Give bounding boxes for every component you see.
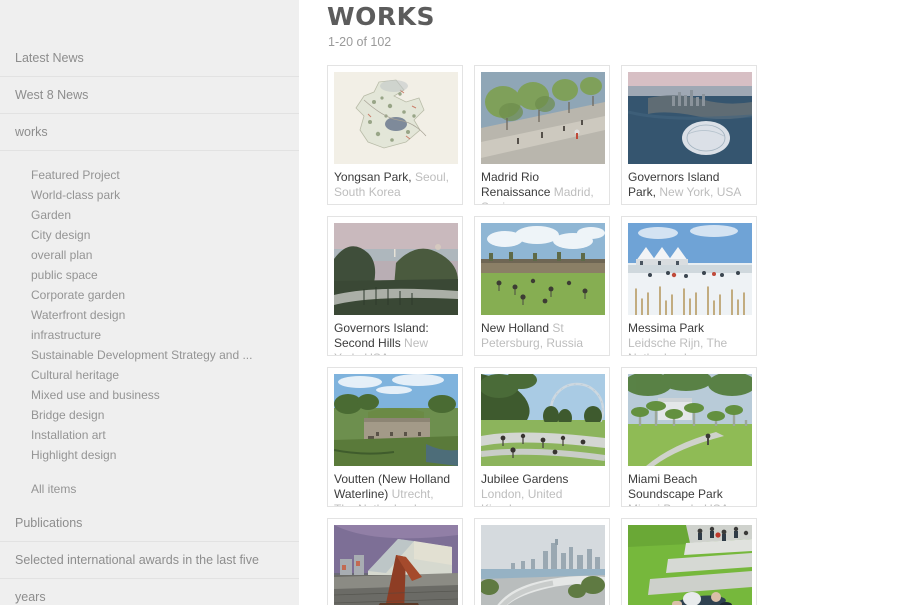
work-location: New York, USA	[659, 185, 742, 199]
work-thumbnail	[481, 525, 605, 605]
work-card[interactable]: Miami Beach Soundscape Park Miami Beach,…	[621, 367, 757, 507]
sidebar-works-subcategories: Featured Project World-class park Garden…	[0, 151, 299, 505]
work-thumbnail	[481, 223, 605, 315]
sidebar-subitem-label: Cultural heritage	[31, 368, 120, 382]
work-card[interactable]: New Holland St Petersburg, Russia	[474, 216, 610, 356]
sidebar-subitem-label: Bridge design	[31, 408, 105, 422]
sidebar-subitem-label: Garden	[31, 208, 72, 222]
sidebar-item-years[interactable]: years	[0, 579, 299, 605]
work-card[interactable]: KRÖLLER-MÜLLER Art Museum Otterlo, The N…	[621, 518, 757, 605]
sidebar-item-latest-news[interactable]: Latest News	[0, 40, 299, 77]
sidebar-item-label: works	[15, 125, 48, 139]
work-title: Jubilee Gardens	[481, 472, 569, 486]
work-title: New Holland	[481, 321, 550, 335]
sidebar-item-garden[interactable]: Garden	[0, 205, 299, 225]
sidebar-item-cultural-heritage[interactable]: Cultural heritage	[0, 365, 299, 385]
sidebar-subitem-label: World-class park	[31, 188, 121, 202]
sidebar-subitem-label: Installation art	[31, 428, 106, 442]
work-card[interactable]: West Kowloon Cultural District Park, Hon…	[474, 518, 610, 605]
sidebar-subitem-label: City design	[31, 228, 91, 242]
sidebar-item-label: years	[15, 590, 46, 604]
sidebar-item-bridge-design[interactable]: Bridge design	[0, 405, 299, 425]
sidebar-item-highlight-design[interactable]: Highlight design	[0, 445, 299, 465]
work-thumbnail	[628, 72, 752, 164]
sidebar-subitem-label: Corporate garden	[31, 288, 126, 302]
works-grid: Yongsan Park, Seoul, South Korea Madrid …	[327, 65, 899, 605]
work-caption: New Holland St Petersburg, Russia	[481, 321, 603, 355]
work-card[interactable]: Governors Island: Second Hills New York,…	[327, 216, 463, 356]
work-card[interactable]: Voutten (New Holland Waterline) Utrecht,…	[327, 367, 463, 507]
work-location: Leidsche Rijn, The Netherlands	[628, 336, 728, 355]
sidebar-item-all-items[interactable]: All items	[0, 479, 299, 499]
sidebar: Latest News West 8 News works Featured P…	[0, 0, 299, 605]
result-count: 1-20 of 102	[328, 35, 392, 49]
work-card[interactable]: Madrid Rio Renaissance Madrid, Spain	[474, 65, 610, 205]
sidebar-subitem-label: overall plan	[31, 248, 93, 262]
work-title: Madrid Rio Renaissance	[481, 170, 551, 199]
sidebar-item-installation-art[interactable]: Installation art	[0, 425, 299, 445]
sidebar-item-infrastructure[interactable]: infrastructure	[0, 325, 299, 345]
sidebar-subitem-label: Highlight design	[31, 448, 117, 462]
page-title: WORKS	[327, 2, 435, 31]
work-card[interactable]: Yongsan Park, Seoul, South Korea	[327, 65, 463, 205]
work-caption: Jubilee Gardens London, United Kingdom	[481, 472, 603, 506]
work-thumbnail	[628, 525, 752, 605]
sidebar-subitem-label: Mixed use and business	[31, 388, 160, 402]
work-caption: Voutten (New Holland Waterline) Utrecht,…	[334, 472, 456, 506]
sidebar-item-overall-plan[interactable]: overall plan	[0, 245, 299, 265]
work-thumbnail	[334, 525, 458, 605]
sidebar-item-label: West 8 News	[15, 88, 89, 102]
work-thumbnail	[334, 72, 458, 164]
sidebar-item-label: Selected international awards in the las…	[15, 553, 259, 567]
page-root: Latest News West 8 News works Featured P…	[0, 0, 911, 605]
work-card[interactable]: Theatre Square (Shouwburgplein) Rotterda…	[327, 518, 463, 605]
sidebar-item-public-space[interactable]: public space	[0, 265, 299, 285]
sidebar-item-mixed-use-and-business[interactable]: Mixed use and business	[0, 385, 299, 405]
work-thumbnail	[481, 374, 605, 466]
sidebar-subitem-label: infrastructure	[31, 328, 102, 342]
sidebar-item-west-8-news[interactable]: West 8 News	[0, 77, 299, 114]
work-location: London, United Kingdom	[481, 487, 563, 506]
work-caption: Governors Island Park, New York, USA	[628, 170, 750, 204]
sidebar-item-sustainable-development-strategy[interactable]: Sustainable Development Strategy and ...	[0, 345, 299, 365]
work-location: Miami Beach, USA	[628, 502, 729, 506]
sidebar-item-city-design[interactable]: City design	[0, 225, 299, 245]
work-thumbnail	[481, 72, 605, 164]
work-title: Miami Beach Soundscape Park	[628, 472, 723, 501]
sidebar-item-label: Publications	[15, 516, 83, 530]
work-thumbnail	[334, 374, 458, 466]
sidebar-subitem-label: public space	[31, 268, 98, 282]
sidebar-item-world-class-park[interactable]: World-class park	[0, 185, 299, 205]
work-title: Yongsan Park,	[334, 170, 412, 184]
work-title: Messima Park	[628, 321, 705, 335]
main-content: WORKS 1-20 of 102 Yongsan Park, Seoul, S…	[299, 0, 911, 605]
work-caption: Madrid Rio Renaissance Madrid, Spain	[481, 170, 603, 204]
work-caption: Yongsan Park, Seoul, South Korea	[334, 170, 456, 204]
work-card[interactable]: Messima Park Leidsche Rijn, The Netherla…	[621, 216, 757, 356]
sidebar-subitem-label: Waterfront design	[31, 308, 126, 322]
sidebar-subitem-label: Sustainable Development Strategy and ...	[31, 348, 253, 362]
work-card[interactable]: Governors Island Park, New York, USA	[621, 65, 757, 205]
sidebar-item-label: Latest News	[15, 51, 84, 65]
sidebar-item-selected-awards[interactable]: Selected international awards in the las…	[0, 542, 299, 579]
sidebar-item-waterfront-design[interactable]: Waterfront design	[0, 305, 299, 325]
sidebar-item-works[interactable]: works	[0, 114, 299, 151]
work-caption: Messima Park Leidsche Rijn, The Netherla…	[628, 321, 750, 355]
work-card[interactable]: Jubilee Gardens London, United Kingdom	[474, 367, 610, 507]
work-thumbnail	[334, 223, 458, 315]
work-caption: Governors Island: Second Hills New York,…	[334, 321, 456, 355]
sidebar-item-publications[interactable]: Publications	[0, 505, 299, 542]
work-caption: Miami Beach Soundscape Park Miami Beach,…	[628, 472, 750, 506]
sidebar-item-corporate-garden[interactable]: Corporate garden	[0, 285, 299, 305]
work-thumbnail	[628, 223, 752, 315]
sidebar-subitem-label: All items	[31, 482, 77, 496]
sidebar-subitem-label: Featured Project	[31, 168, 120, 182]
work-thumbnail	[628, 374, 752, 466]
sidebar-item-featured-project[interactable]: Featured Project	[0, 165, 299, 185]
